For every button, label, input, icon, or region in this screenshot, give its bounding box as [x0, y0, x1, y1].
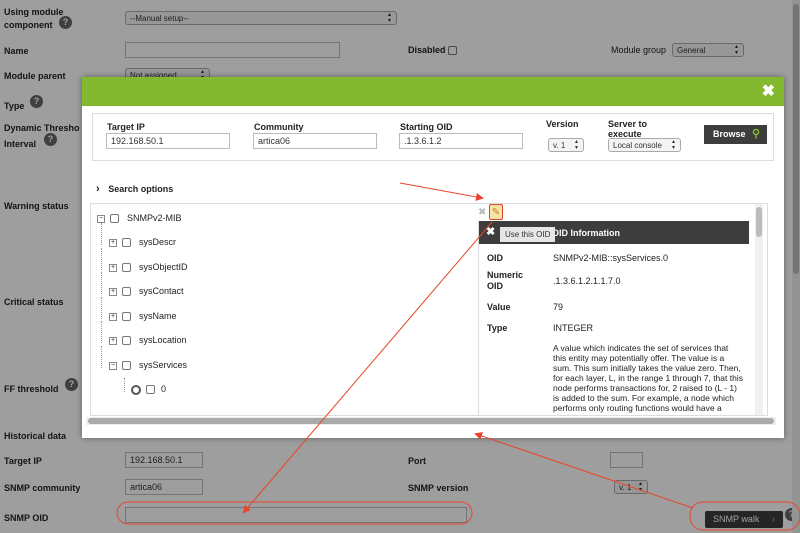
annotation-arrow: [242, 221, 493, 514]
annotation-oval: [689, 501, 800, 531]
annotation-arrow: [474, 432, 694, 509]
annotation-layer: [116, 182, 800, 531]
annotation-arrow: [399, 182, 484, 201]
annotation-oval: [116, 501, 473, 525]
